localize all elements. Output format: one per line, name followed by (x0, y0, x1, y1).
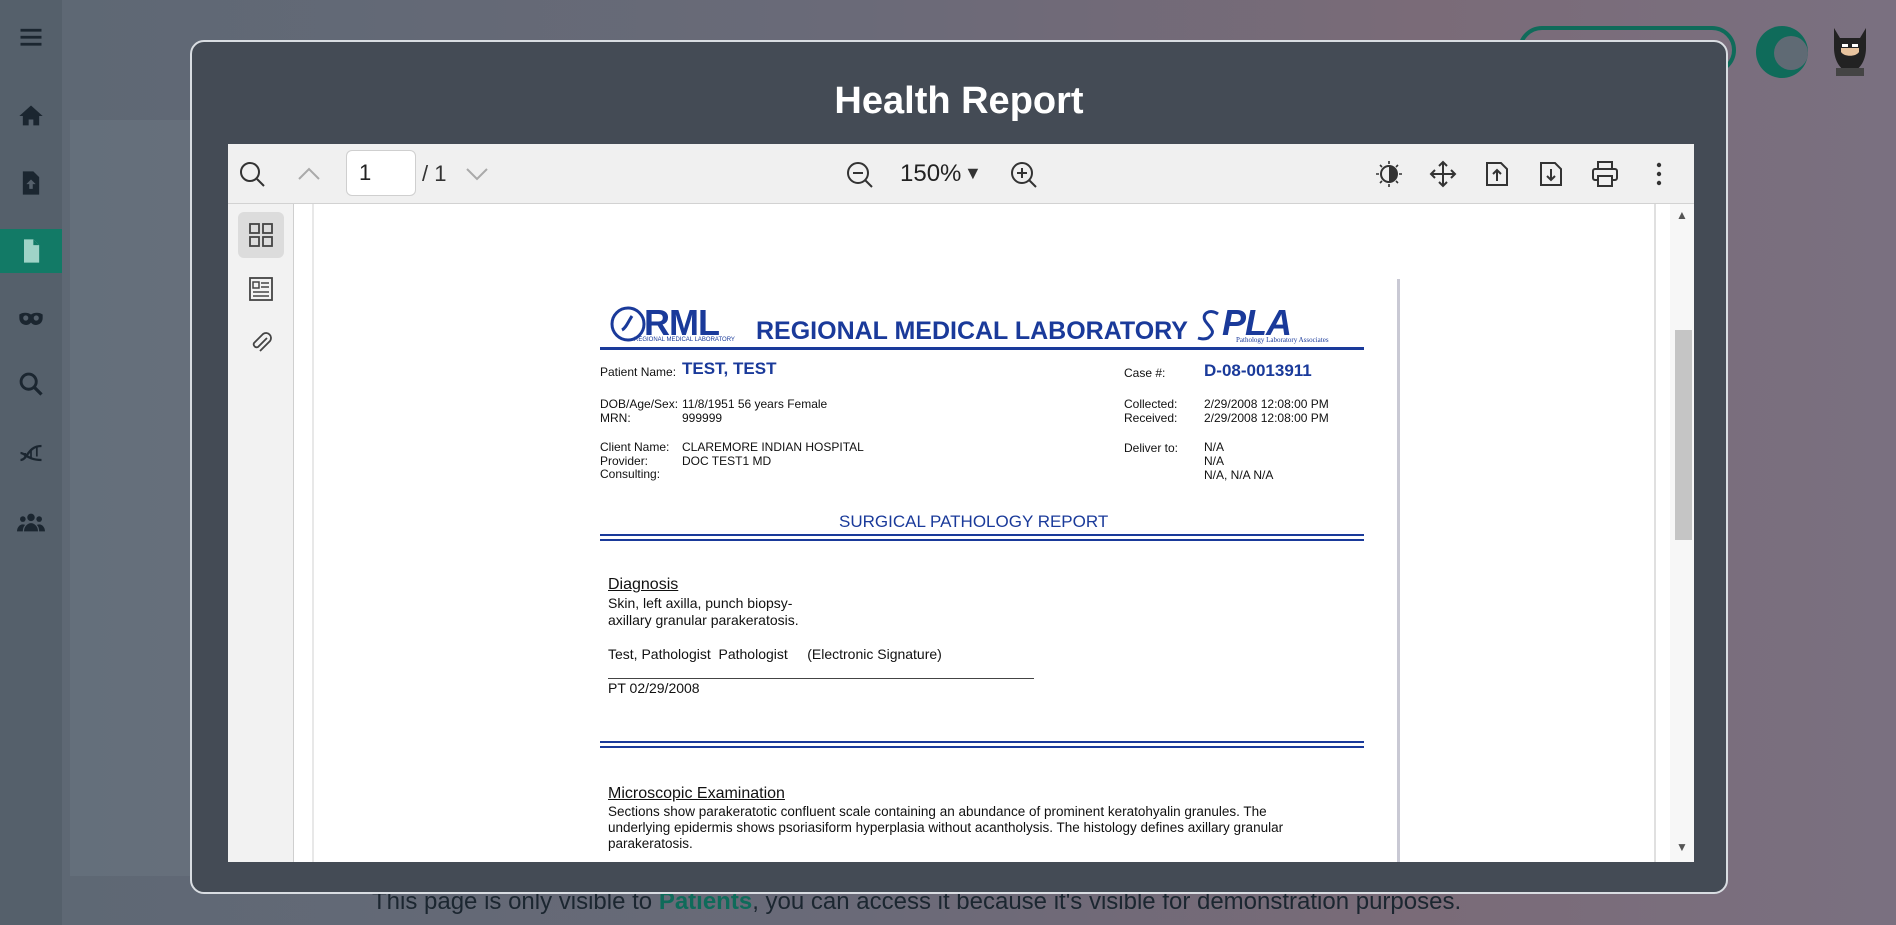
scroll-down-arrow-icon[interactable]: ▼ (1676, 840, 1688, 854)
mrn-value: 999999 (682, 411, 723, 425)
patient-name-label: Patient Name: (600, 365, 677, 379)
rml-logo-subtitle: REGIONAL MEDICAL LABORATORY (634, 337, 735, 343)
dob-label: DOB/Age/Sex: (600, 397, 679, 411)
outline-list-icon[interactable] (238, 266, 284, 312)
users-icon[interactable] (0, 500, 62, 544)
diagnosis-text: Skin, left axilla, punch biopsy- (608, 595, 793, 611)
dna-icon[interactable] (0, 431, 62, 475)
menu-icon[interactable] (0, 15, 62, 59)
vertical-scrollbar[interactable]: ▲ ▼ (1670, 204, 1694, 862)
pt-date-line: PT 02/29/2008 (608, 680, 700, 696)
pdf-toolbar: / 1 150% ▼ (228, 144, 1694, 204)
zoom-dropdown-caret-icon[interactable]: ▼ (964, 163, 982, 184)
scroll-up-arrow-icon[interactable]: ▲ (1676, 208, 1688, 222)
received-value: 2/29/2008 12:08:00 PM (1204, 411, 1329, 425)
scrollbar-thumb[interactable] (1675, 330, 1692, 540)
avatar[interactable] (1828, 24, 1872, 76)
pdf-page: RML REGIONAL MEDICAL LABORATORY REGIONAL… (294, 204, 1670, 862)
client-value: CLAREMORE INDIAN HOSPITAL (682, 440, 864, 454)
thumbnails-grid-icon[interactable] (238, 212, 284, 258)
attachment-paperclip-icon[interactable] (238, 320, 284, 366)
search-icon[interactable] (0, 362, 62, 406)
deliver-label: Deliver to: (1124, 441, 1179, 455)
sidebar (0, 0, 62, 925)
search-icon[interactable] (237, 159, 267, 189)
pan-move-icon[interactable] (1428, 159, 1458, 189)
next-page-chevron-down-icon[interactable] (462, 159, 492, 189)
collected-value: 2/29/2008 12:08:00 PM (1204, 397, 1329, 411)
report-title: SURGICAL PATHOLOGY REPORT (839, 512, 1109, 531)
pdf-sidebar (228, 204, 294, 862)
zoom-in-icon[interactable] (1008, 159, 1038, 189)
patient-name: TEST, TEST (682, 359, 777, 378)
open-file-upload-icon[interactable] (1482, 159, 1512, 189)
client-label: Client Name: (600, 440, 670, 454)
provider-value: DOC TEST1 MD (682, 454, 772, 468)
diagnosis-heading: Diagnosis (608, 576, 679, 593)
microscopic-text: parakeratosis. (608, 836, 693, 851)
microscopic-text: Sections show parakeratotic confluent sc… (608, 804, 1267, 819)
deliver-line: N/A (1204, 454, 1225, 468)
consulting-label: Consulting: (600, 467, 661, 481)
microscopic-heading: Microscopic Examination (608, 785, 785, 802)
received-label: Received: (1124, 411, 1178, 425)
print-icon[interactable] (1590, 159, 1620, 189)
dob-value: 11/8/1951 56 years Female (682, 397, 828, 411)
health-report-modal: Health Report / 1 150% ▼ (190, 40, 1728, 894)
document-icon[interactable] (0, 229, 62, 273)
pdf-document-area[interactable]: RML REGIONAL MEDICAL LABORATORY REGIONAL… (294, 204, 1670, 862)
more-options-icon[interactable] (1644, 159, 1674, 189)
theme-toggle-moon-icon[interactable] (1756, 26, 1808, 78)
previous-page-chevron-up-icon[interactable] (294, 159, 324, 189)
pdf-viewer: / 1 150% ▼ (228, 144, 1694, 862)
file-upload-icon[interactable] (0, 161, 62, 205)
collected-label: Collected: (1124, 397, 1178, 411)
theme-toggle-icon[interactable] (1374, 159, 1404, 189)
deliver-line: N/A (1204, 440, 1225, 454)
signature-line: Test, Pathologist Pathologist (Electroni… (608, 646, 942, 662)
page-total: / 1 (422, 161, 447, 186)
case-label: Case #: (1124, 366, 1166, 380)
pla-logo-subtitle: Pathology Laboratory Associates (1236, 336, 1329, 344)
page-number-input[interactable] (346, 150, 416, 196)
provider-label: Provider: (600, 454, 649, 468)
pla-logo-icon (1197, 310, 1219, 341)
mask-icon[interactable] (0, 296, 62, 340)
microscopic-text: underlying epidermis shows psoriasiform … (608, 820, 1284, 835)
mrn-label: MRN: (600, 411, 631, 425)
case-number: D-08-0013911 (1204, 361, 1312, 380)
deliver-line: N/A, N/A N/A (1204, 468, 1274, 482)
zoom-level-select[interactable]: 150% (900, 160, 961, 188)
diagnosis-text: axillary granular parakeratosis. (608, 612, 799, 628)
zoom-out-icon[interactable] (844, 159, 874, 189)
download-icon[interactable] (1536, 159, 1566, 189)
modal-title: Health Report (834, 80, 1084, 122)
lab-name: REGIONAL MEDICAL LABORATORY (756, 317, 1188, 345)
home-icon[interactable] (0, 94, 62, 138)
